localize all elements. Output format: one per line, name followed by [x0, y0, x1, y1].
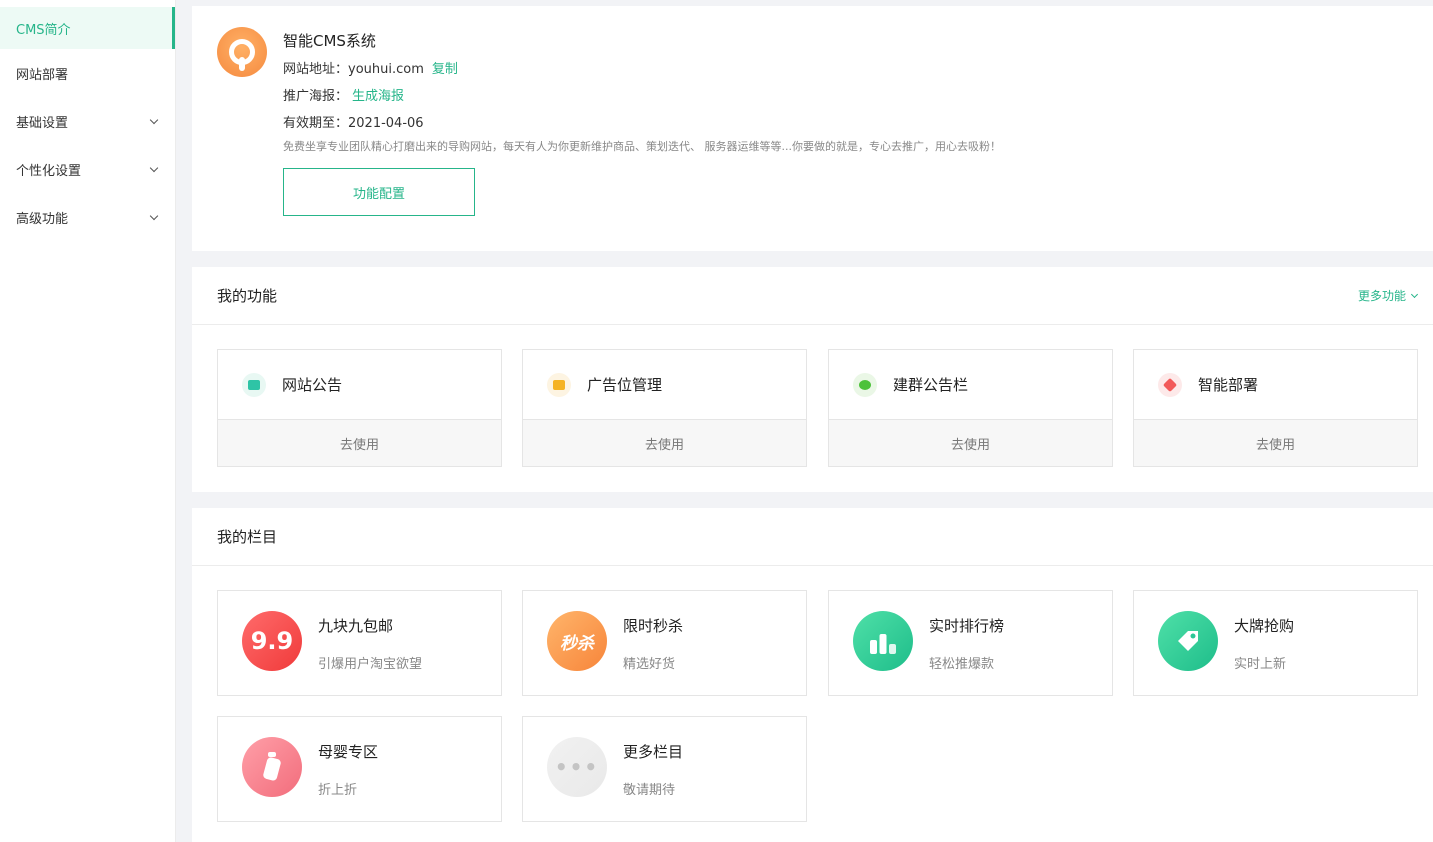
functions-title: 我的功能: [217, 287, 278, 305]
wechat-group-icon: [853, 372, 877, 397]
columns-header: 我的栏目: [192, 508, 1433, 566]
more-functions-link[interactable]: 更多功能: [1358, 287, 1419, 304]
my-functions-card: 我的功能 更多功能 网站公告 去使用 广告位管理 去使用 建群公告栏 去使用 智…: [192, 267, 1433, 492]
column-name: 大牌抢购: [1234, 617, 1295, 635]
copy-link[interactable]: 复制: [432, 62, 458, 77]
sidebar-item-site-deploy[interactable]: 网站部署: [0, 49, 175, 97]
generate-poster-link[interactable]: 生成海报: [352, 89, 404, 104]
cms-title: 智能CMS系统: [283, 32, 376, 50]
main-content: 智能CMS系统 网站地址：youhui.com 复制 推广海报： 生成海报 有效期至…: [192, 0, 1433, 842]
use-button[interactable]: 去使用: [829, 420, 1112, 466]
column-nine-nine[interactable]: 9.9 九块九包邮 引爆用户淘宝欲望: [217, 590, 502, 696]
poster-row: 推广海报： 生成海报: [283, 85, 404, 104]
feature-card: 建群公告栏 去使用: [828, 349, 1113, 467]
flash-sale-icon: 秒杀: [547, 611, 607, 671]
column-subtitle: 精选好货: [623, 657, 676, 672]
chevron-down-icon: [1410, 290, 1419, 298]
feature-name: 智能部署: [1198, 376, 1259, 394]
sidebar-item-label: 高级功能: [16, 211, 69, 227]
deploy-box-icon: [1158, 372, 1182, 397]
nine-nine-icon: 9.9: [242, 611, 302, 671]
ad-board-icon: [547, 372, 571, 397]
sidebar-item-personal-settings[interactable]: 个性化设置: [0, 145, 175, 193]
cms-description: 免费坐享专业团队精心打磨出来的导购网站，每天有人为你更新维护商品、策划迭代、 服…: [283, 140, 1001, 153]
use-button[interactable]: 去使用: [218, 420, 501, 466]
site-address-value: youhui.com: [348, 62, 424, 77]
column-subtitle: 引爆用户淘宝欲望: [318, 657, 423, 672]
feature-card: 广告位管理 去使用: [522, 349, 807, 467]
sidebar-item-advanced[interactable]: 高级功能: [0, 193, 175, 241]
site-address-row: 网站地址：youhui.com 复制: [283, 58, 458, 77]
column-more[interactable]: ••• 更多栏目 敬请期待: [522, 716, 807, 822]
site-address-label: 网站地址：: [283, 62, 349, 77]
notice-book-icon: [242, 372, 266, 397]
feature-name: 网站公告: [282, 376, 343, 394]
functions-header: 我的功能 更多功能: [192, 267, 1433, 325]
feature-card: 网站公告 去使用: [217, 349, 502, 467]
column-name: 实时排行榜: [929, 617, 1005, 635]
chevron-down-icon: [149, 115, 159, 124]
sidebar: CMS简介 网站部署 基础设置 个性化设置 高级功能: [0, 0, 176, 842]
sidebar-item-label: 个性化设置: [16, 163, 82, 179]
price-tag-icon: [1158, 611, 1218, 671]
feature-name: 广告位管理: [587, 376, 663, 394]
column-ranking[interactable]: 实时排行榜 轻松推爆款: [828, 590, 1113, 696]
feature-name: 建群公告栏: [893, 376, 969, 394]
column-subtitle: 实时上新: [1234, 657, 1287, 672]
sidebar-item-basic-settings[interactable]: 基础设置: [0, 97, 175, 145]
column-subtitle: 轻松推爆款: [929, 657, 995, 672]
sidebar-item-cms-intro[interactable]: CMS简介: [0, 7, 175, 49]
chevron-down-icon: [149, 211, 159, 220]
feature-card: 智能部署 去使用: [1133, 349, 1418, 467]
feature-config-button[interactable]: 功能配置: [283, 168, 475, 216]
baby-bottle-icon: [242, 737, 302, 797]
poster-label: 推广海报：: [283, 89, 349, 104]
column-subtitle: 敬请期待: [623, 783, 676, 798]
column-subtitle: 折上折: [318, 783, 358, 798]
column-brand-rush[interactable]: 大牌抢购 实时上新: [1133, 590, 1418, 696]
more-dots-icon: •••: [547, 737, 607, 797]
ranking-podium-icon: [853, 611, 913, 671]
chevron-down-icon: [149, 163, 159, 172]
cms-info-card: 智能CMS系统 网站地址：youhui.com 复制 推广海报： 生成海报 有效期至…: [192, 6, 1433, 251]
expire-label: 有效期至：: [283, 116, 349, 131]
column-name: 更多栏目: [623, 743, 684, 761]
column-mother-baby[interactable]: 母婴专区 折上折: [217, 716, 502, 822]
column-name: 限时秒杀: [623, 617, 684, 635]
use-button[interactable]: 去使用: [523, 420, 806, 466]
column-flash-sale[interactable]: 秒杀 限时秒杀 精选好货: [522, 590, 807, 696]
expire-row: 有效期至：2021-04-06: [283, 112, 424, 131]
sidebar-item-label: 基础设置: [16, 115, 69, 131]
my-columns-card: 我的栏目 9.9 九块九包邮 引爆用户淘宝欲望 秒杀 限时秒杀 精选好货 实时排…: [192, 508, 1433, 842]
column-name: 母婴专区: [318, 743, 379, 761]
expire-value: 2021-04-06: [348, 116, 424, 131]
sidebar-item-label: CMS简介: [16, 22, 71, 38]
sidebar-item-label: 网站部署: [16, 67, 69, 83]
use-button[interactable]: 去使用: [1134, 420, 1417, 466]
cms-logo-icon: [217, 27, 267, 77]
column-name: 九块九包邮: [318, 617, 394, 635]
columns-title: 我的栏目: [217, 528, 278, 546]
